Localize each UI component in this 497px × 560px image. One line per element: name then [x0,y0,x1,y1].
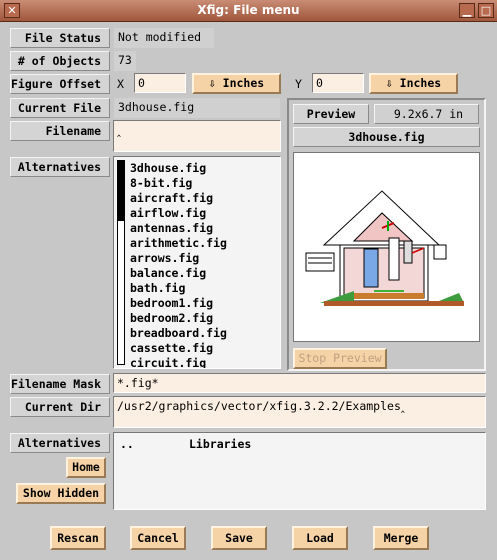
minimize-icon[interactable]: ▁ [459,3,475,18]
y-units-label: Inches [399,76,442,90]
title-bar: ✕ Xfig: File menu ▁ □ [0,0,497,22]
window-title: Xfig: File menu [197,3,300,17]
file-list-item[interactable]: antennas.fig [130,221,227,236]
file-list-item[interactable]: bedroom2.fig [130,311,227,326]
x-units-label: Inches [222,76,265,90]
dir-item-parent[interactable]: .. [120,437,134,451]
text-cursor: ‸ [400,399,405,413]
figure-offset-label: Figure Offset [10,74,110,94]
num-objects-label: # of Objects [10,51,110,71]
preview-label: Preview [293,104,369,124]
rescan-button[interactable]: Rescan [50,526,106,550]
dir-alternatives-label: Alternatives [10,433,110,453]
file-list-item[interactable]: arithmetic.fig [130,236,227,251]
filename-input[interactable]: ‸ [113,120,281,152]
y-units-button[interactable]: ⇩ Inches [369,73,458,94]
file-list-item[interactable]: 3dhouse.fig [130,161,227,176]
preview-panel: Preview 9.2x6.7 in 3dhouse.fig Stop Prev… [287,98,486,371]
filename-label: Filename [10,121,110,141]
file-list-item[interactable]: cassette.fig [130,341,227,356]
house-drawing [305,190,464,306]
file-list-item[interactable]: bedroom1.fig [130,296,227,311]
filename-mask-label: Filename Mask [10,374,110,394]
arrow-down-icon: ⇩ [208,76,216,90]
file-list-item[interactable]: 8-bit.fig [130,176,227,191]
file-list[interactable]: 3dhouse.fig 8-bit.fig aircraft.fig airflow.… [113,156,281,369]
file-list-item[interactable]: breadboard.fig [130,326,227,341]
scrollbar-thumb[interactable] [118,161,124,221]
file-list-item[interactable]: arrows.fig [130,251,227,266]
file-list-item[interactable]: aircraft.fig [130,191,227,206]
file-status-value: Not modified [114,28,214,48]
preview-size: 9.2x6.7 in [374,104,479,124]
cancel-button[interactable]: Cancel [130,526,186,550]
file-list-item[interactable]: circuit.fig [130,356,227,368]
arrow-down-icon: ⇩ [385,76,393,90]
file-list-item[interactable]: balance.fig [130,266,227,281]
dir-item-libraries[interactable]: Libraries [189,437,251,451]
preview-canvas [293,152,480,342]
x-offset-label: X [117,77,124,91]
home-button[interactable]: Home [66,457,106,478]
y-offset-input[interactable]: 0 [312,73,364,93]
num-objects-value: 73 [114,51,136,71]
y-offset-label: Y [295,77,302,91]
show-hidden-button[interactable]: Show Hidden [16,483,106,504]
x-units-button[interactable]: ⇩ Inches [192,73,281,94]
load-button[interactable]: Load [292,526,348,550]
alternatives-label: Alternatives [10,157,110,177]
maximize-icon[interactable]: □ [478,3,494,18]
file-list-scrollbar[interactable] [117,160,125,365]
current-file-value: 3dhouse.fig [114,98,280,118]
save-button[interactable]: Save [211,526,267,550]
filename-mask-input[interactable]: *.fig* [113,373,486,393]
dir-list[interactable]: .. Libraries [113,432,486,510]
merge-button[interactable]: Merge [373,526,429,550]
current-file-label: Current File [10,98,110,118]
current-dir-input[interactable]: /usr2/graphics/vector/xfig.3.2.2/Example… [113,396,486,428]
file-list-item[interactable]: airflow.fig [130,206,227,221]
preview-filename: 3dhouse.fig [293,127,480,147]
file-list-item[interactable]: bath.fig [130,281,227,296]
stop-preview-button[interactable]: Stop Preview [293,348,387,369]
file-status-label: File Status [10,28,110,48]
x-offset-input[interactable]: 0 [134,73,186,93]
text-cursor: ‸ [117,123,121,137]
current-dir-label: Current Dir [10,397,110,417]
